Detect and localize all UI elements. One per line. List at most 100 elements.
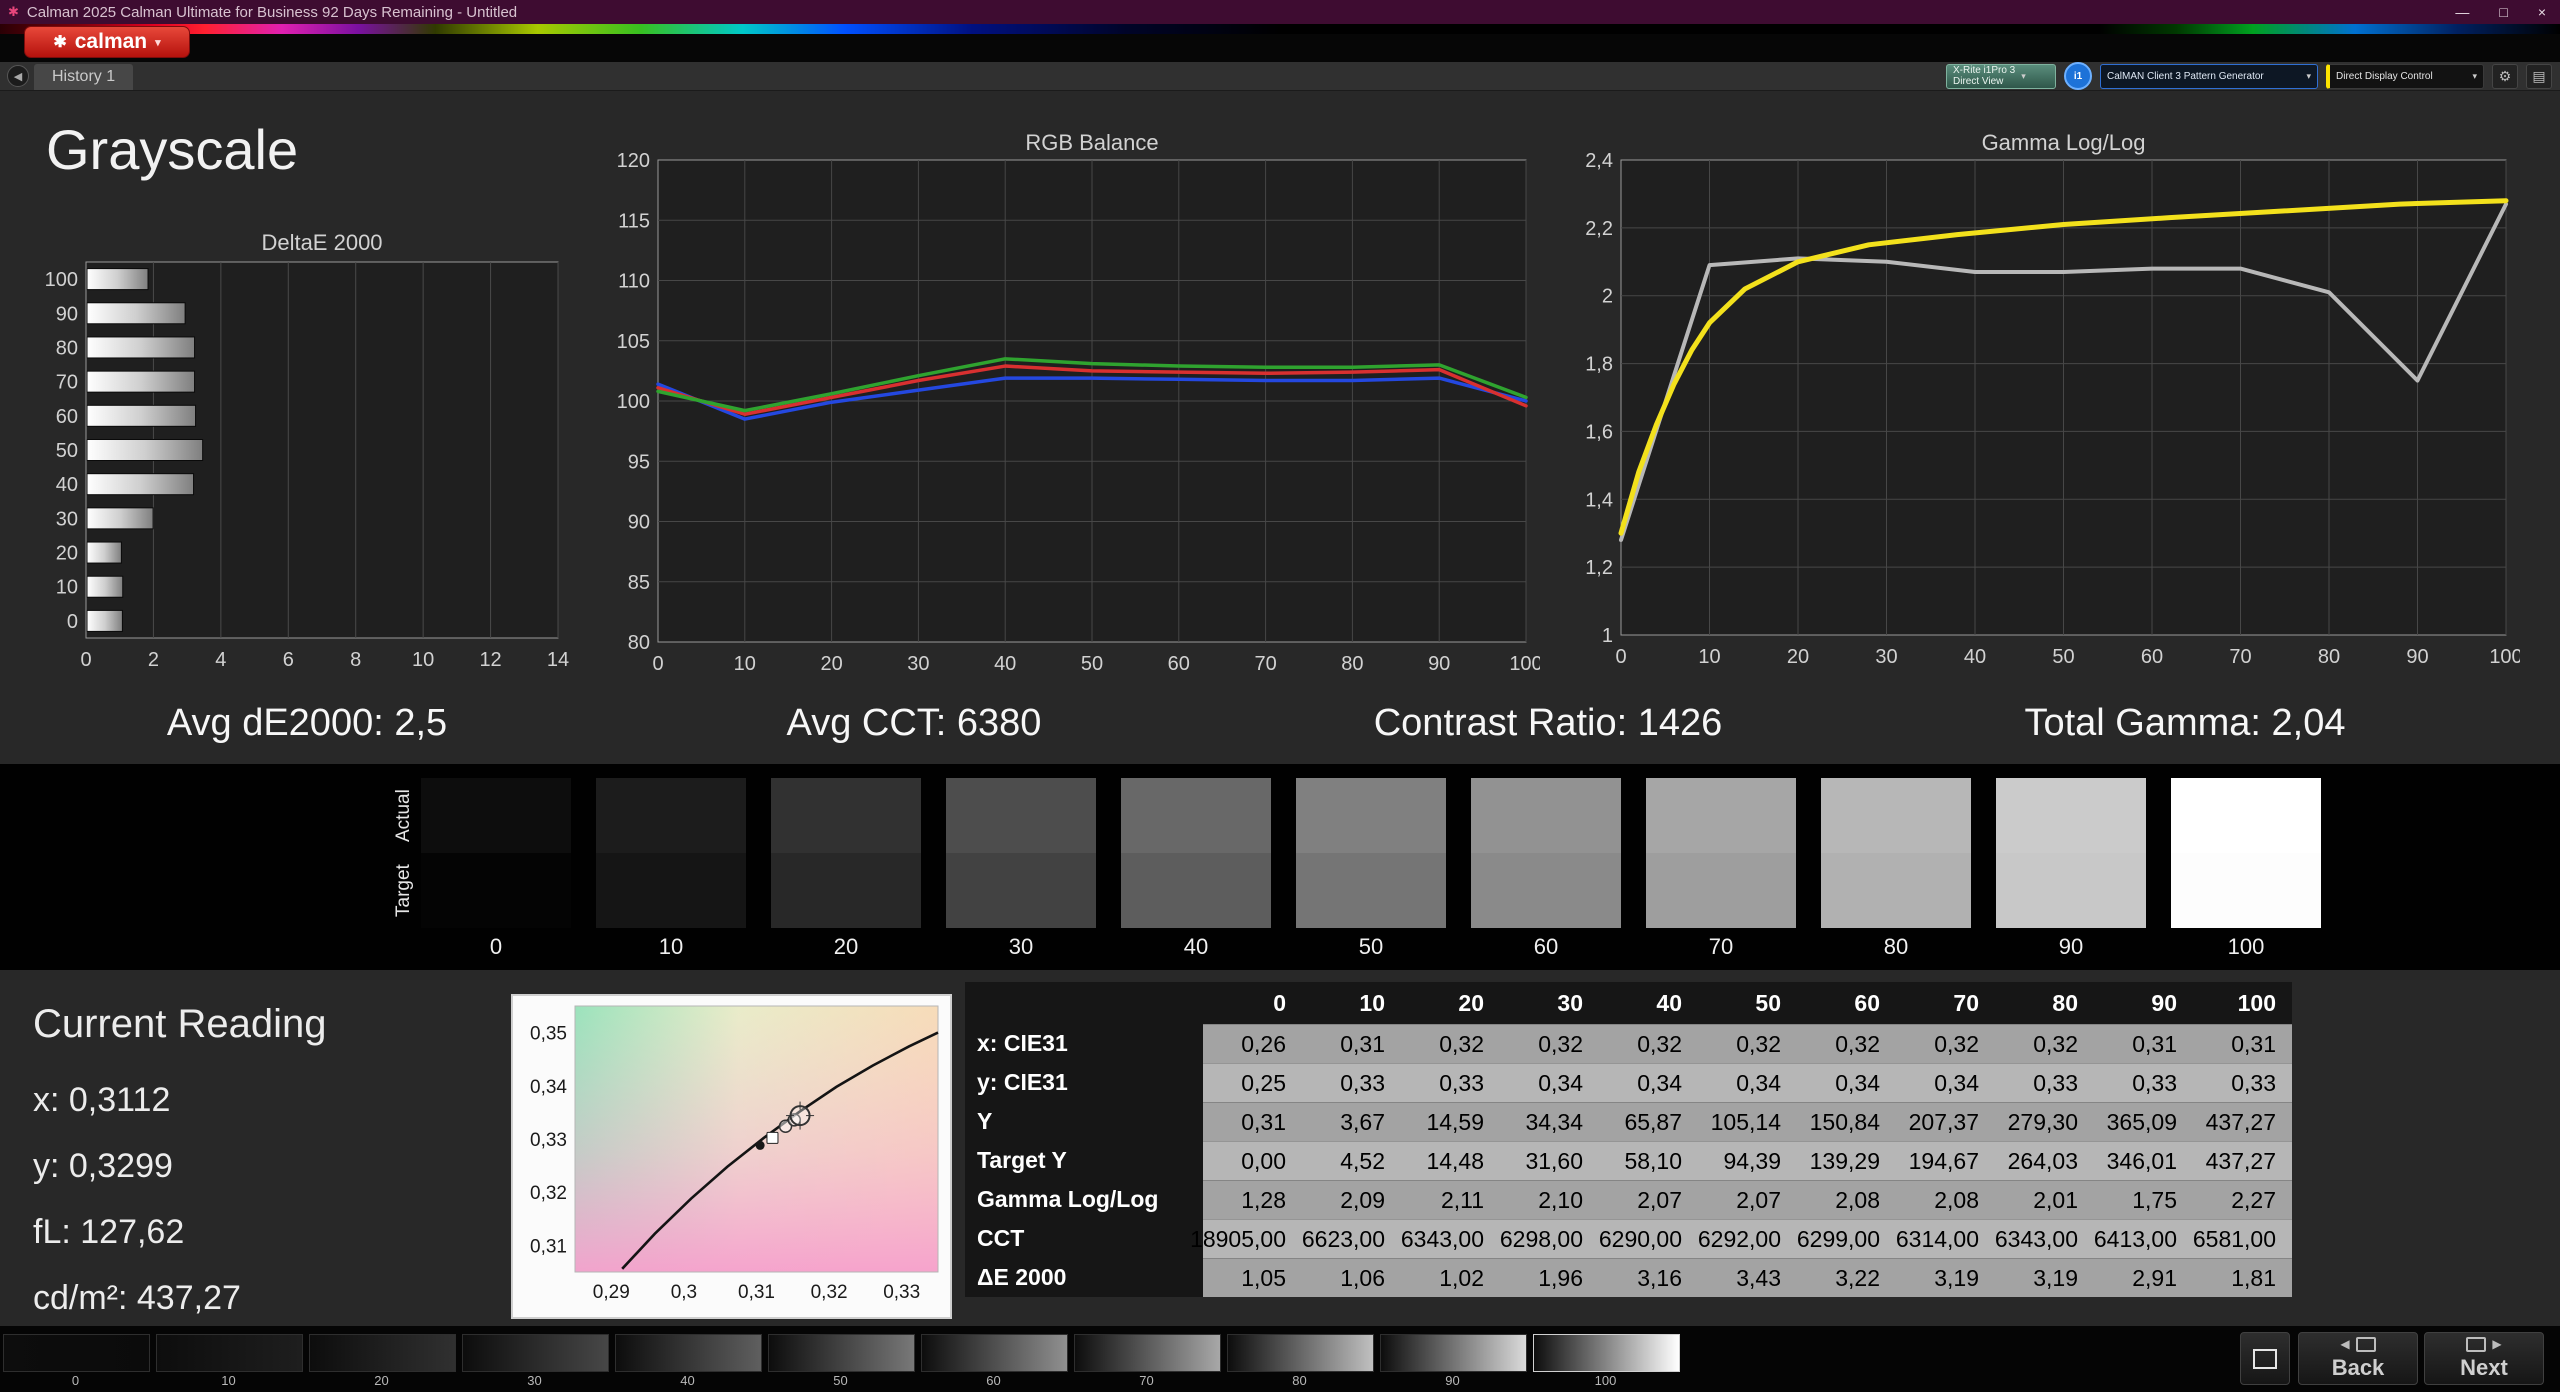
swatch-actual xyxy=(771,778,921,853)
swatch-target xyxy=(421,853,571,928)
pattern-source-button[interactable]: CalMAN Client 3 Pattern Generator ▾ xyxy=(2100,63,2318,89)
pattern-level-100[interactable] xyxy=(1533,1334,1680,1372)
gamma-chart: Gamma Log/Log 0 10 20 30 40 50 60 70 80 90 100 1 1,2 1… xyxy=(1585,130,2520,668)
pattern-level-label: 90 xyxy=(1445,1373,1460,1388)
table-cell: 0,31 xyxy=(1203,1102,1302,1141)
pattern-level-50[interactable] xyxy=(768,1334,915,1372)
table-cell: 34,34 xyxy=(1500,1102,1599,1141)
svg-text:0: 0 xyxy=(1615,646,1626,668)
svg-text:50: 50 xyxy=(1081,653,1103,675)
table-row-label: ΔE 2000 xyxy=(965,1258,1203,1297)
grayscale-swatch-50 xyxy=(1296,778,1446,928)
stat-contrast-ratio: Contrast Ratio: 1426 xyxy=(1373,702,1723,744)
table-cell: 1,28 xyxy=(1203,1180,1302,1219)
window-titlebar: ✱ Calman 2025 Calman Ultimate for Busine… xyxy=(0,0,2560,24)
svg-text:0,3: 0,3 xyxy=(671,1282,697,1303)
measurement-table: 0 10 20 30 40 50 60 70 80 90 100 x: CIE31 0,26 0,31 0,… xyxy=(965,982,2292,1297)
svg-text:8: 8 xyxy=(350,649,361,671)
meter-select-button[interactable]: X-Rite i1Pro 3 Direct View ▾ xyxy=(1946,63,2056,89)
svg-text:105: 105 xyxy=(617,331,650,353)
swatch-label: 10 xyxy=(658,934,684,959)
grayscale-swatch-20 xyxy=(771,778,921,928)
table-cell: 0,34 xyxy=(1599,1063,1698,1102)
svg-text:70: 70 xyxy=(2229,646,2251,668)
svg-text:1: 1 xyxy=(1602,625,1613,647)
swatch-label: 60 xyxy=(1533,934,1559,959)
svg-text:0: 0 xyxy=(652,653,663,675)
swatch-actual xyxy=(2171,778,2321,853)
swatch-target xyxy=(1296,853,1446,928)
calman-menu-button[interactable]: ✱ calman ▾ xyxy=(24,26,190,58)
pattern-level-70[interactable] xyxy=(1074,1334,1221,1372)
minimize-button[interactable]: — xyxy=(2455,4,2469,20)
next-button[interactable]: ▶ Next xyxy=(2424,1332,2544,1385)
pattern-level-40[interactable] xyxy=(615,1334,762,1372)
svg-text:95: 95 xyxy=(628,451,650,473)
maximize-button[interactable]: □ xyxy=(2499,4,2507,20)
layout-button[interactable]: ▤ xyxy=(2526,63,2552,89)
table-cell: 346,01 xyxy=(2094,1141,2193,1180)
swatch-target xyxy=(1121,853,1271,928)
table-cell: 1,05 xyxy=(1203,1258,1302,1297)
table-header-cell: 70 xyxy=(1896,982,1995,1024)
svg-text:80: 80 xyxy=(628,632,650,654)
swatch-target xyxy=(2171,853,2321,928)
pattern-level-90[interactable] xyxy=(1380,1334,1527,1372)
table-cell: 6343,00 xyxy=(1995,1219,2094,1258)
table-cell: 14,59 xyxy=(1401,1102,1500,1141)
svg-text:40: 40 xyxy=(1964,646,1986,668)
settings-gear-button[interactable]: ⚙ xyxy=(2492,63,2518,89)
svg-text:30: 30 xyxy=(56,508,78,530)
swatch-target xyxy=(771,853,921,928)
spectrum-strip xyxy=(0,24,2560,34)
svg-text:90: 90 xyxy=(1428,653,1450,675)
pattern-level-60[interactable] xyxy=(921,1334,1068,1372)
tab-history-1[interactable]: History 1 xyxy=(34,64,134,90)
grayscale-swatch-30 xyxy=(946,778,1096,928)
pattern-level-label: 60 xyxy=(986,1373,1001,1388)
swatch-label: 20 xyxy=(833,934,859,959)
swatch-label: 50 xyxy=(1358,934,1384,959)
table-header-cell: 60 xyxy=(1797,982,1896,1024)
pattern-level-10[interactable] xyxy=(156,1334,303,1372)
grayscale-swatch-80 xyxy=(1821,778,1971,928)
monitor-icon xyxy=(2466,1336,2487,1352)
pattern-level-30[interactable] xyxy=(462,1334,609,1372)
pattern-level-label: 0 xyxy=(71,1373,80,1388)
table-cell: 6343,00 xyxy=(1401,1219,1500,1258)
table-cell: 2,09 xyxy=(1302,1180,1401,1219)
close-button[interactable]: × xyxy=(2538,4,2546,20)
history-back-button[interactable]: ◀ xyxy=(7,65,29,87)
swatch-actual xyxy=(1996,778,2146,853)
swatch-actual xyxy=(946,778,1096,853)
svg-text:10: 10 xyxy=(734,653,756,675)
swatch-row-label-target: Target xyxy=(393,864,414,917)
table-cell: 0,33 xyxy=(2193,1063,2292,1102)
back-button[interactable]: ◀ Back xyxy=(2298,1332,2418,1385)
table-cell: 65,87 xyxy=(1599,1102,1698,1141)
svg-text:0,35: 0,35 xyxy=(530,1024,567,1045)
chevron-right-icon: ▶ xyxy=(2492,1337,2502,1351)
table-cell: 0,34 xyxy=(1797,1063,1896,1102)
swatch-actual xyxy=(1821,778,1971,853)
table-cell: 6581,00 xyxy=(2193,1219,2292,1258)
table-cell: 94,39 xyxy=(1698,1141,1797,1180)
svg-text:80: 80 xyxy=(56,337,78,359)
display-control-button[interactable]: Direct Display Control ▾ xyxy=(2326,63,2484,89)
pattern-window-button[interactable] xyxy=(2240,1332,2290,1385)
svg-text:20: 20 xyxy=(820,653,842,675)
table-cell: 31,60 xyxy=(1500,1141,1599,1180)
table-cell: 0,34 xyxy=(1698,1063,1797,1102)
swatch-label: 30 xyxy=(1008,934,1034,959)
table-cell: 1,81 xyxy=(2193,1258,2292,1297)
svg-text:1,6: 1,6 xyxy=(1585,421,1613,443)
meter-name: X-Rite i1Pro 3 xyxy=(1953,65,2016,76)
table-cell: 264,03 xyxy=(1995,1141,2094,1180)
pattern-level-20[interactable] xyxy=(309,1334,456,1372)
svg-text:6: 6 xyxy=(283,649,294,671)
pattern-level-80[interactable] xyxy=(1227,1334,1374,1372)
grayscale-swatch-60 xyxy=(1471,778,1621,928)
grayscale-swatch-0 xyxy=(421,778,571,928)
table-header-cell: 50 xyxy=(1698,982,1797,1024)
pattern-level-0[interactable] xyxy=(3,1334,150,1372)
